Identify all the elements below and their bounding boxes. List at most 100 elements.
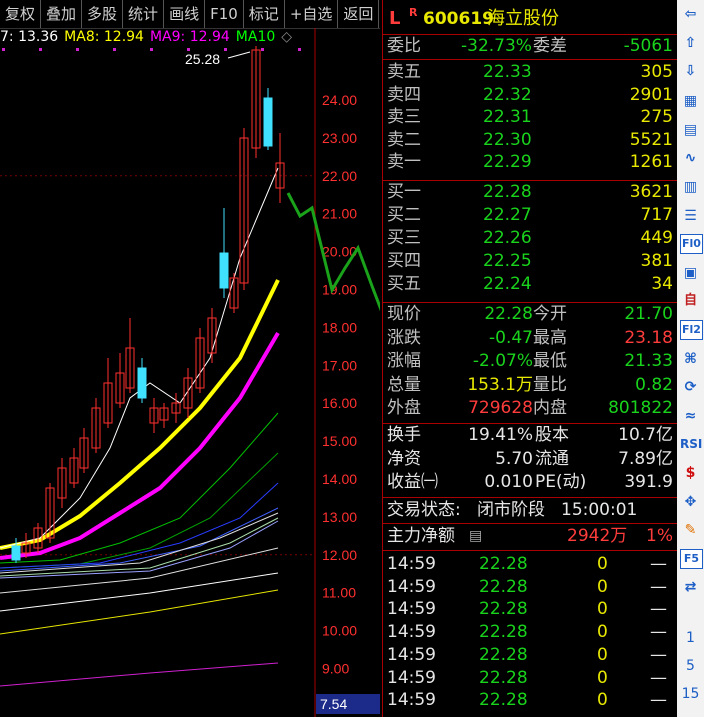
weicha-label: 委差	[533, 36, 567, 56]
stat-label-2: 量比	[533, 374, 567, 395]
separator	[383, 550, 677, 551]
fund-value: 5.70	[495, 448, 533, 469]
stat-label-2: 最低	[533, 351, 567, 371]
tick-time: 14:59	[387, 667, 436, 688]
price-label: 14.00	[322, 471, 357, 487]
stat-label: 现价	[387, 304, 421, 324]
sell-volume: 275	[640, 107, 673, 128]
news-icon[interactable]: ▣	[680, 263, 701, 283]
tick-volume: 0	[597, 667, 608, 688]
down-arrow-icon[interactable]: ⇩	[680, 61, 701, 81]
wave-icon[interactable]: ≈	[680, 406, 701, 426]
stock-header: L R 600619 海立股份	[383, 6, 677, 32]
f10-icon[interactable]: Fl0	[680, 234, 703, 255]
flag-r: R	[409, 6, 418, 19]
toolbar-button-0[interactable]: 复权	[0, 0, 42, 28]
period-1-button[interactable]: 1	[680, 628, 701, 648]
separator	[383, 523, 677, 524]
buy-label: 买一	[387, 182, 421, 202]
trade-status-row: 交易状态: 闭市阶段 15:00:01	[383, 499, 677, 522]
buy-row-1: 买二 22.27 717	[383, 204, 677, 227]
high-marker-arrow	[227, 51, 251, 59]
analysis-icon[interactable]: ⌘	[680, 349, 701, 369]
f5-icon[interactable]: F5	[680, 548, 703, 569]
period-15-button[interactable]: 15	[680, 684, 701, 704]
stat-value: 22.28	[484, 304, 533, 324]
move-icon[interactable]: ✥	[680, 492, 701, 512]
toolbar-button-6[interactable]: 标记	[244, 0, 285, 28]
ma-line-0	[0, 279, 280, 550]
tick-time: 14:59	[387, 599, 436, 620]
toolbar-button-5[interactable]: F10	[205, 0, 244, 28]
ma-line-1	[0, 331, 280, 560]
stock-name: 海立股份	[487, 8, 559, 29]
tick-row: 14:59 22.28 0 —	[383, 598, 677, 621]
sell-label: 卖一	[387, 152, 421, 173]
price-label: 11.00	[322, 585, 356, 601]
top-marker	[2, 48, 5, 51]
ma-legend-item-3: MA10	[235, 29, 276, 45]
fund-value-2: 391.9	[624, 472, 673, 492]
top-marker	[113, 48, 116, 51]
kline-chart[interactable]: 24.0023.0022.0021.0020.0019.0018.0017.00…	[0, 28, 380, 717]
stat-label: 涨跌	[387, 327, 421, 348]
toolbar-button-1[interactable]: 叠加	[41, 0, 83, 28]
top-marker	[224, 48, 227, 51]
weibi-row: 委比 -32.73% 委差 -5061	[383, 35, 677, 58]
sell-price: 22.30	[483, 129, 532, 150]
grid-icon[interactable]: ▤	[680, 120, 701, 140]
tick-row: 14:59 22.28 0 —	[383, 689, 677, 712]
tick-price: 22.28	[479, 599, 528, 620]
self-icon[interactable]: 自	[680, 291, 701, 311]
sell-volume: 2901	[629, 84, 673, 105]
price-label: 13.00	[322, 509, 357, 525]
candlestick-icon[interactable]: ▥	[680, 177, 701, 197]
switch-icon[interactable]: ⇄	[680, 577, 701, 597]
list-icon[interactable]: ☰	[680, 206, 701, 226]
dollar-icon[interactable]: $	[680, 463, 701, 483]
refresh-icon[interactable]: ⟳	[680, 377, 701, 397]
tick-time: 14:59	[387, 690, 436, 711]
tick-price: 22.28	[479, 644, 528, 665]
toolbar-button-4[interactable]: 画线	[164, 0, 206, 28]
stat-row-3: 总量 153.1万 量比 0.82	[383, 374, 677, 397]
stat-value-2: 0.82	[635, 374, 673, 395]
buy-price: 22.26	[483, 228, 532, 248]
sell-price: 22.29	[483, 152, 532, 173]
up-arrow-icon[interactable]: ⇧	[680, 33, 701, 53]
fund-label-2: PE(动)	[535, 472, 587, 492]
tick-volume: 0	[597, 622, 608, 643]
separator	[383, 59, 677, 60]
buy-volume: 3621	[629, 182, 673, 202]
candle-body	[263, 97, 273, 147]
candle-body	[11, 545, 21, 561]
report-icon[interactable]: ▦	[680, 91, 701, 111]
price-label: 24.00	[322, 92, 357, 108]
tick-row: 14:59 22.28 0 —	[383, 644, 677, 667]
rsi-icon[interactable]: RSI	[680, 434, 702, 454]
tick-row: 14:59 22.28 0 —	[383, 553, 677, 576]
buy-label: 买四	[387, 251, 421, 271]
toolbar-button-8[interactable]: 返回	[338, 0, 380, 28]
left-arrow-icon[interactable]: ⇦	[680, 4, 701, 24]
main-flow-row[interactable]: 主力净额 ▤ 2942万 1%	[383, 525, 677, 548]
toolbar-button-2[interactable]: 多股	[82, 0, 124, 28]
f12-icon[interactable]: Fl2	[680, 320, 703, 340]
toolbar-button-7[interactable]: +自选	[285, 0, 339, 28]
top-marker	[261, 48, 264, 51]
tick-volume: 0	[597, 690, 608, 711]
line-chart-icon[interactable]: ∿	[680, 148, 701, 168]
tool-sidebar: ⇦ ⇧ ⇩ ▦ ▤ ∿ ▥ ☰ Fl0 ▣ 自 Fl2 ⌘ ⟳ ≈ RSI $ ✥ ✎ F5 ⇄ 1 5 15	[677, 0, 704, 717]
pen-icon[interactable]: ✎	[680, 520, 701, 540]
tick-time: 14:59	[387, 554, 436, 574]
trade-status-value: 闭市阶段	[477, 500, 545, 520]
period-5-button[interactable]: 5	[680, 656, 701, 676]
chart-toolbar: 复权 叠加 多股 统计 画线 F10 标记 +自选 返回	[0, 0, 380, 29]
tick-direction: —	[650, 644, 667, 665]
toolbar-button-3[interactable]: 统计	[123, 0, 165, 28]
sell-row-3: 卖二 22.30 5521	[383, 129, 677, 152]
stat-row-0: 现价 22.28 今开 21.70	[383, 303, 677, 326]
list-icon[interactable]: ▤	[469, 525, 482, 548]
top-marker	[39, 48, 42, 51]
buy-label: 买二	[387, 205, 421, 225]
